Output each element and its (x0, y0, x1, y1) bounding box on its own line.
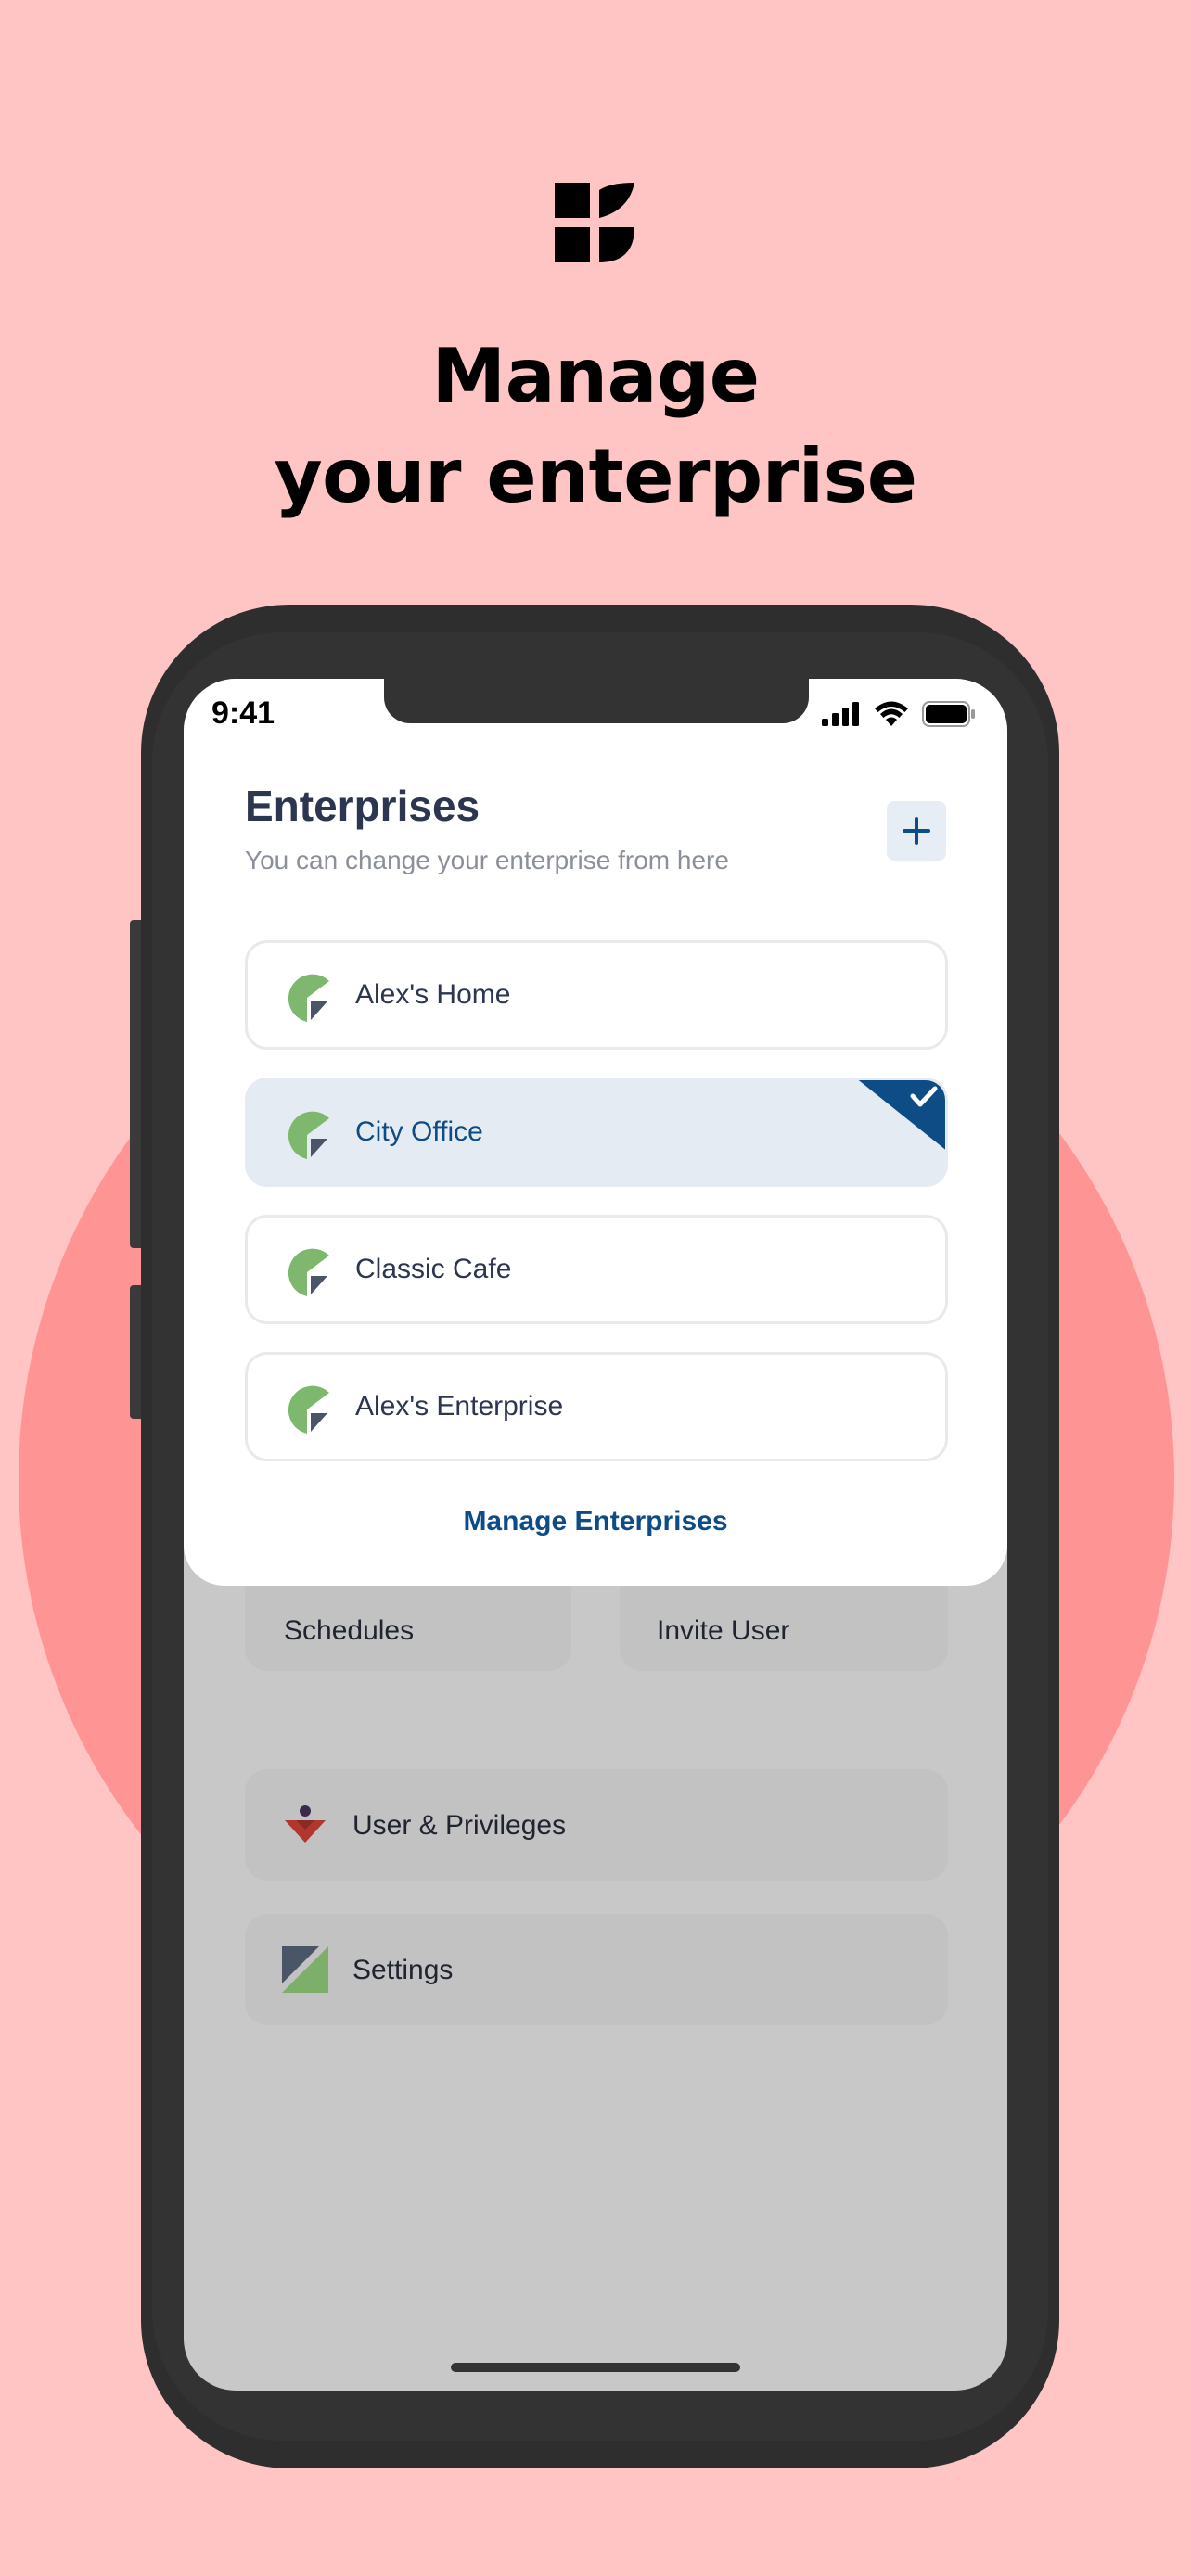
user-privileges-icon (285, 1805, 326, 1843)
invite-user-label: Invite User (657, 1615, 790, 1646)
settings-label: Settings (352, 1955, 454, 1985)
settings-card[interactable]: Settings (245, 1914, 948, 2025)
enterprise-item[interactable]: Alex's Home (245, 940, 948, 1050)
status-icons (822, 701, 976, 727)
wifi-icon (875, 701, 908, 726)
enterprise-item[interactable]: Alex's Enterprise (245, 1352, 948, 1461)
phone-screen: 9:41 Schedules Invite User User & Privil… (184, 679, 1007, 2391)
manage-enterprises-link[interactable]: Manage Enterprises (184, 1506, 1007, 1537)
signal-icon (822, 702, 859, 726)
user-privileges-label: User & Privileges (352, 1810, 567, 1841)
sheet-subtitle: You can change your enterprise from here (245, 846, 729, 874)
enterprise-item-selected[interactable]: City Office (245, 1078, 948, 1187)
enterprise-logo-icon (288, 1248, 329, 1296)
plus-icon (903, 817, 930, 845)
enterprise-item[interactable]: Classic Cafe (245, 1215, 948, 1324)
enterprise-name: Alex's Home (355, 979, 511, 1010)
headline-line-1: Manage (431, 333, 760, 419)
add-enterprise-button[interactable] (887, 801, 946, 861)
selected-check-icon (858, 1080, 945, 1150)
settings-icon (282, 1946, 328, 1993)
sheet-title: Enterprises (245, 782, 480, 830)
enterprise-name: Classic Cafe (355, 1254, 512, 1284)
notch (384, 679, 809, 723)
battery-icon (922, 701, 975, 727)
brand-logo (555, 183, 634, 262)
user-privileges-card[interactable]: User & Privileges (245, 1769, 948, 1881)
enterprise-name: City Office (355, 1116, 483, 1147)
schedules-label: Schedules (284, 1615, 415, 1646)
enterprise-name: Alex's Enterprise (355, 1391, 564, 1422)
status-time: 9:41 (211, 695, 275, 731)
enterprise-logo-icon (288, 974, 329, 1022)
enterprise-logo-icon (288, 1111, 329, 1159)
home-indicator (451, 2363, 740, 2372)
enterprise-logo-icon (288, 1385, 329, 1434)
headline-line-2: your enterprise (274, 433, 917, 519)
headline: Manage your enterprise (0, 326, 1191, 527)
enterprises-sheet: Enterprises You can change your enterpri… (184, 679, 1007, 1586)
enterprise-list: Alex's Home City Office Classic Cafe Ale… (245, 940, 948, 1489)
